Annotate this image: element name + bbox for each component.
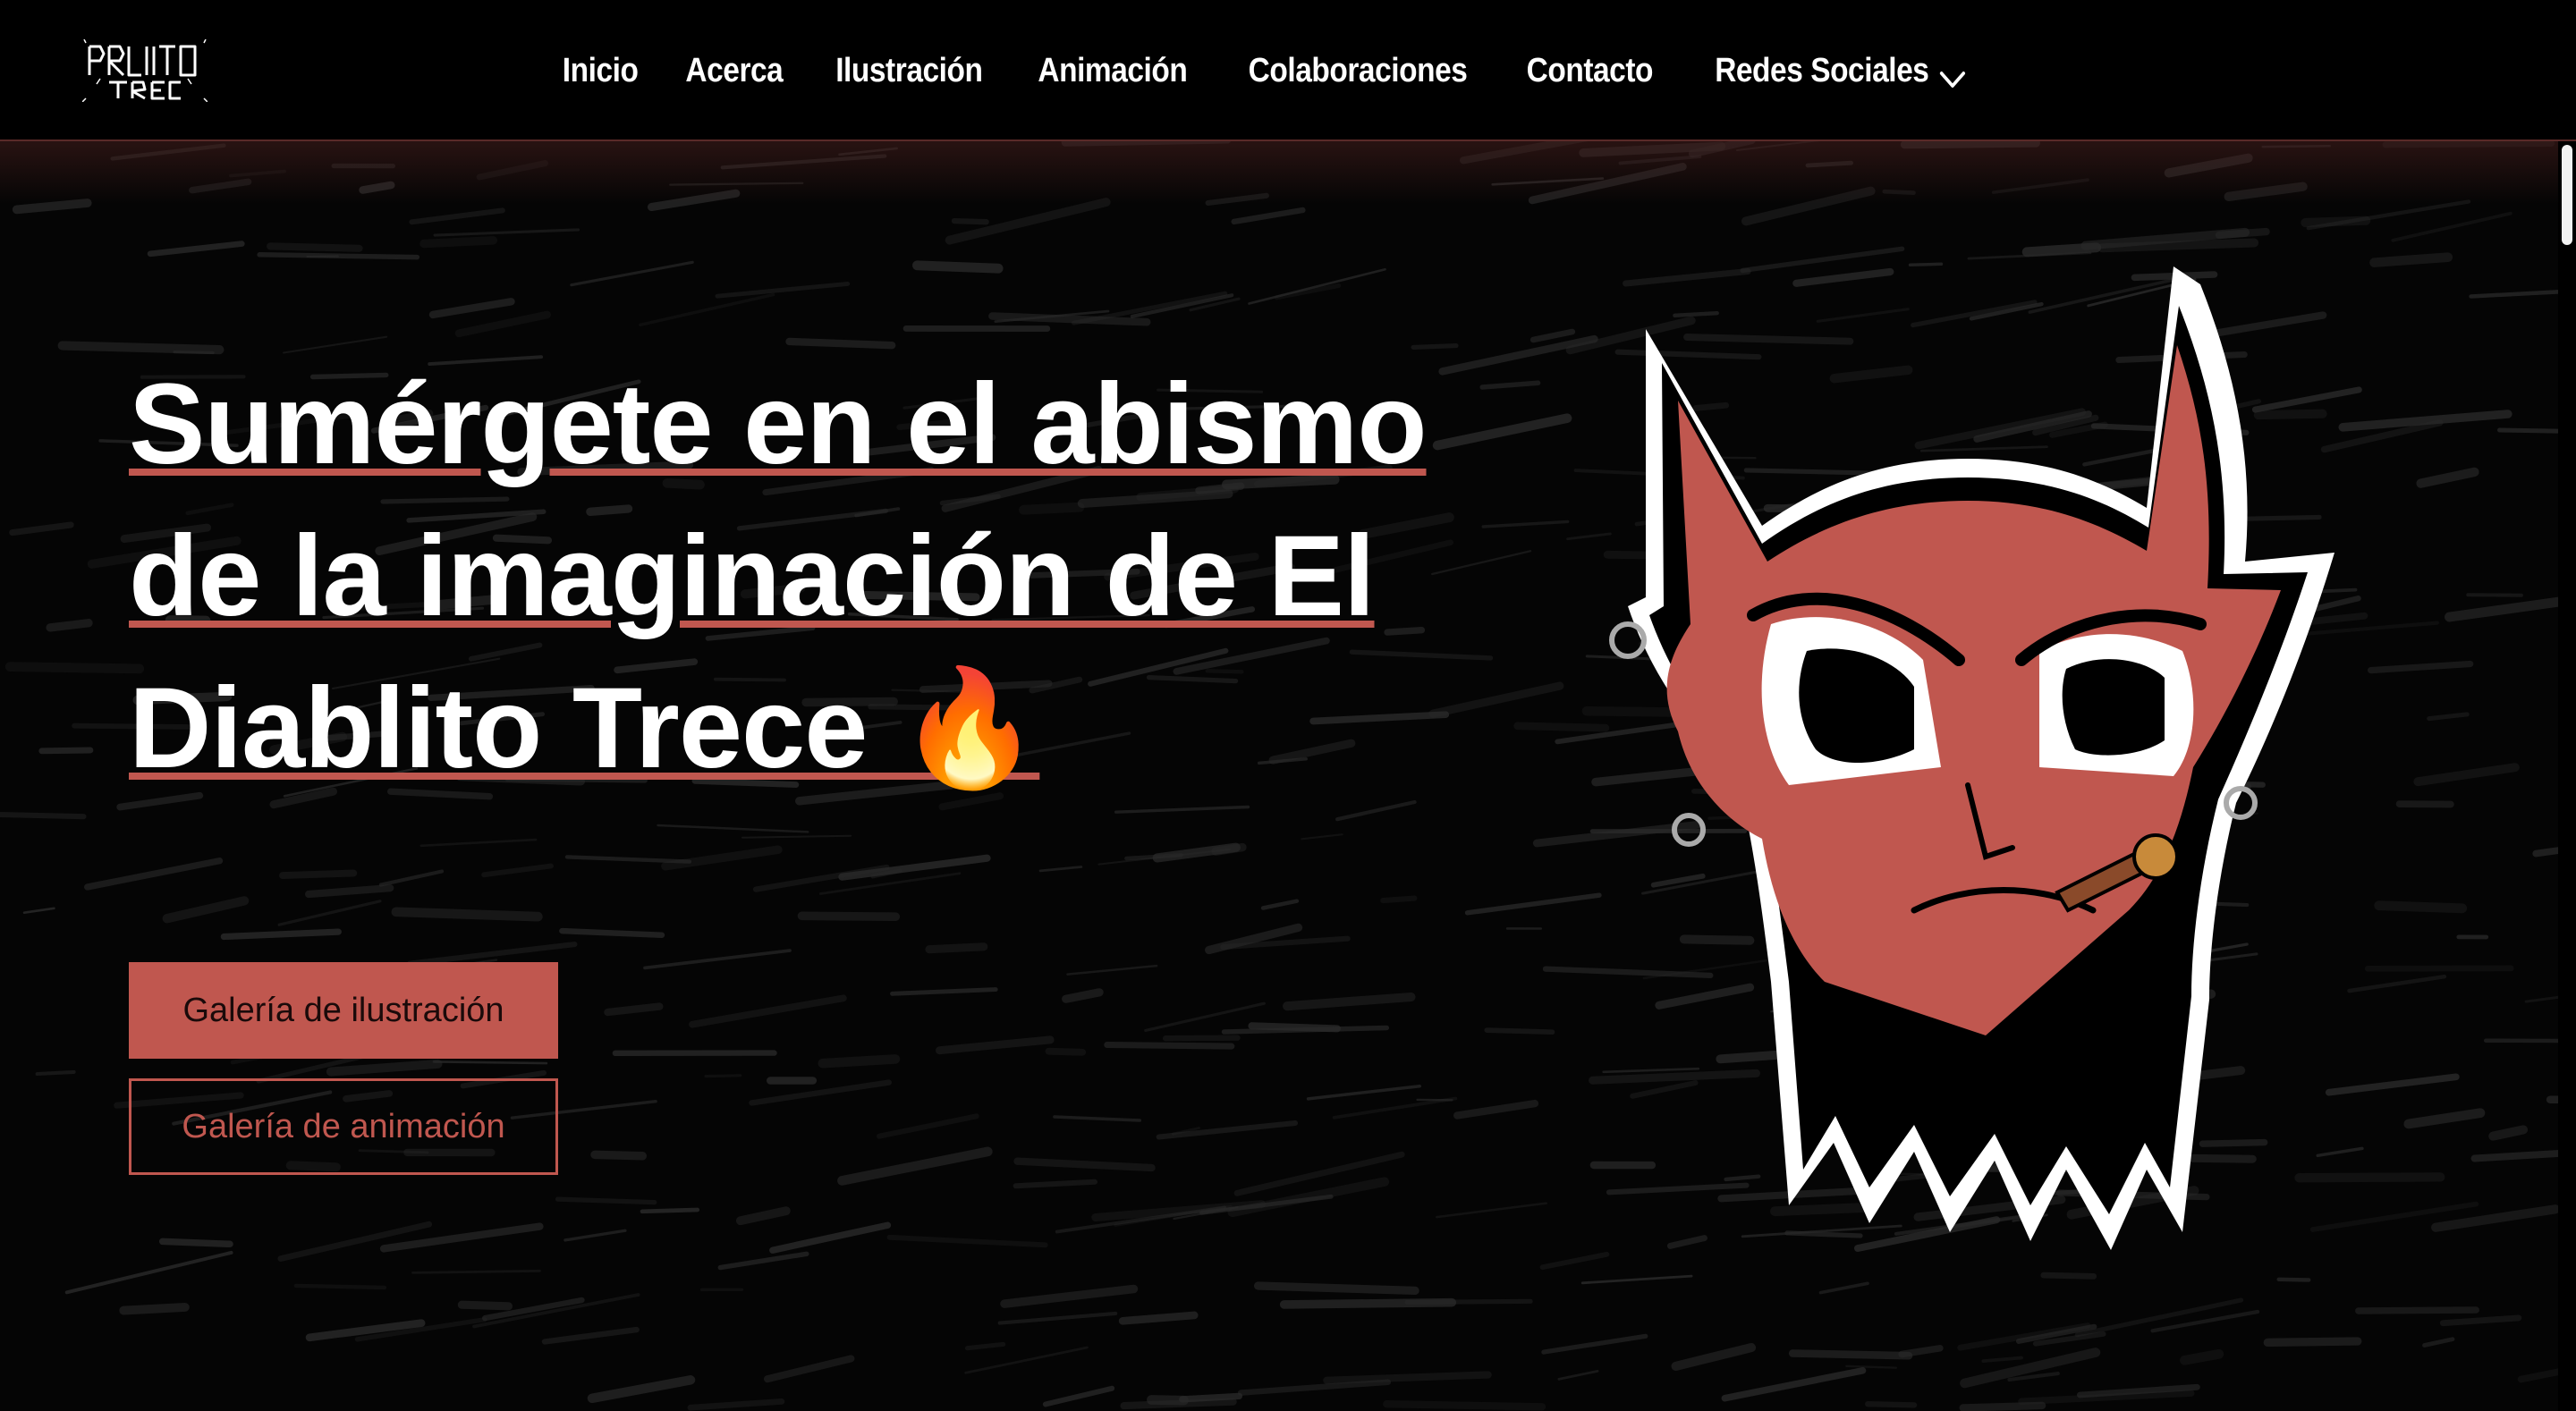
texture-stroke: [1788, 1349, 1913, 1360]
texture-stroke: [0, 811, 87, 820]
texture-stroke: [2301, 215, 2371, 228]
texture-stroke: [1959, 1401, 2046, 1411]
texture-stroke: [1908, 262, 1944, 267]
texture-stroke: [1411, 343, 1459, 350]
texture-stroke: [1484, 1027, 1555, 1035]
nav-link-ilustracion[interactable]: Ilustración: [835, 52, 983, 90]
texture-stroke: [391, 907, 543, 922]
texture-stroke: [457, 1300, 513, 1311]
headline-line-3: Diablito Trece 🔥: [129, 664, 1040, 792]
texture-stroke: [2263, 1337, 2362, 1348]
animation-gallery-button[interactable]: Galería de animación: [129, 1078, 558, 1175]
texture-stroke: [1162, 1035, 1241, 1042]
texture-stroke: [267, 242, 363, 252]
headline-line-1: Sumérgete en el abismo: [129, 360, 1427, 488]
texture-stroke: [419, 236, 498, 249]
texture-stroke: [1211, 842, 1247, 856]
texture-stroke: [912, 260, 1004, 274]
texture-stroke: [555, 1196, 657, 1205]
illustration-gallery-button[interactable]: Galería de ilustración: [129, 962, 558, 1059]
texture-stroke: [797, 911, 901, 922]
texture-stroke: [2180, 1348, 2224, 1365]
texture-stroke: [2369, 252, 2453, 267]
texture-stroke: [951, 217, 989, 225]
texture-stroke: [293, 1283, 387, 1290]
texture-stroke: [2355, 1306, 2479, 1314]
texture-stroke: [1120, 1398, 1237, 1410]
chevron-down-icon: [1938, 60, 1967, 88]
page-scrollbar[interactable]: [2558, 141, 2576, 1411]
texture-stroke: [2040, 1272, 2097, 1280]
devil-head-illustration: [1609, 266, 2334, 1250]
social-dropdown-label: Redes Sociales: [1714, 51, 1929, 89]
texture-stroke: [818, 1054, 901, 1069]
nav-link-colaboraciones[interactable]: Colaboraciones: [1249, 52, 1468, 90]
nav-link-inicio[interactable]: Inicio: [562, 52, 638, 90]
texture-stroke: [1253, 1281, 1419, 1296]
texture-stroke: [46, 619, 93, 632]
texture-stroke: [35, 1069, 76, 1077]
nav-link-contacto[interactable]: Contacto: [1527, 52, 1654, 90]
nav-link-animacion[interactable]: Animación: [1038, 52, 1188, 90]
texture-stroke: [590, 1150, 648, 1161]
texture-stroke: [2374, 900, 2468, 914]
main-nav: Inicio Acerca Ilustración Animación Cola…: [0, 0, 2576, 141]
hero-section: Sumérgete en el abismo de la imaginación…: [0, 141, 2576, 1411]
texture-stroke: [2215, 227, 2270, 240]
texture-stroke: [559, 927, 665, 938]
texture-stroke: [1104, 1041, 1235, 1050]
scrollbar-thumb[interactable]: [2562, 145, 2572, 245]
texture-stroke: [1865, 1401, 1918, 1408]
texture-stroke: [925, 942, 988, 954]
texture-stroke: [38, 747, 94, 755]
social-dropdown-toggle[interactable]: Redes Sociales: [1715, 52, 1966, 90]
texture-stroke: [1380, 895, 1418, 904]
texture-stroke: [2488, 1125, 2529, 1141]
texture-stroke: [279, 869, 358, 880]
texture-stroke: [1383, 1400, 1546, 1411]
texture-stroke: [785, 337, 896, 350]
texture-stroke: [1279, 1297, 1457, 1309]
navbar: Inicio Acerca Ilustración Animación Cola…: [0, 0, 2576, 141]
texture-stroke: [432, 1060, 548, 1065]
hero-top-fade: [0, 141, 2576, 204]
headline-line-2: de la imaginación de El: [129, 512, 1375, 640]
texture-stroke: [640, 1207, 700, 1214]
texture-stroke: [119, 1302, 190, 1315]
texture-stroke: [1179, 1392, 1243, 1403]
hero-headline: Sumérgete en el abismo de la imaginación…: [129, 349, 1435, 805]
texture-stroke: [2466, 593, 2523, 597]
texture-stroke: [4, 662, 145, 674]
texture-stroke: [158, 1238, 233, 1248]
nav-link-acerca[interactable]: Acerca: [685, 52, 783, 90]
texture-stroke: [704, 1074, 742, 1078]
